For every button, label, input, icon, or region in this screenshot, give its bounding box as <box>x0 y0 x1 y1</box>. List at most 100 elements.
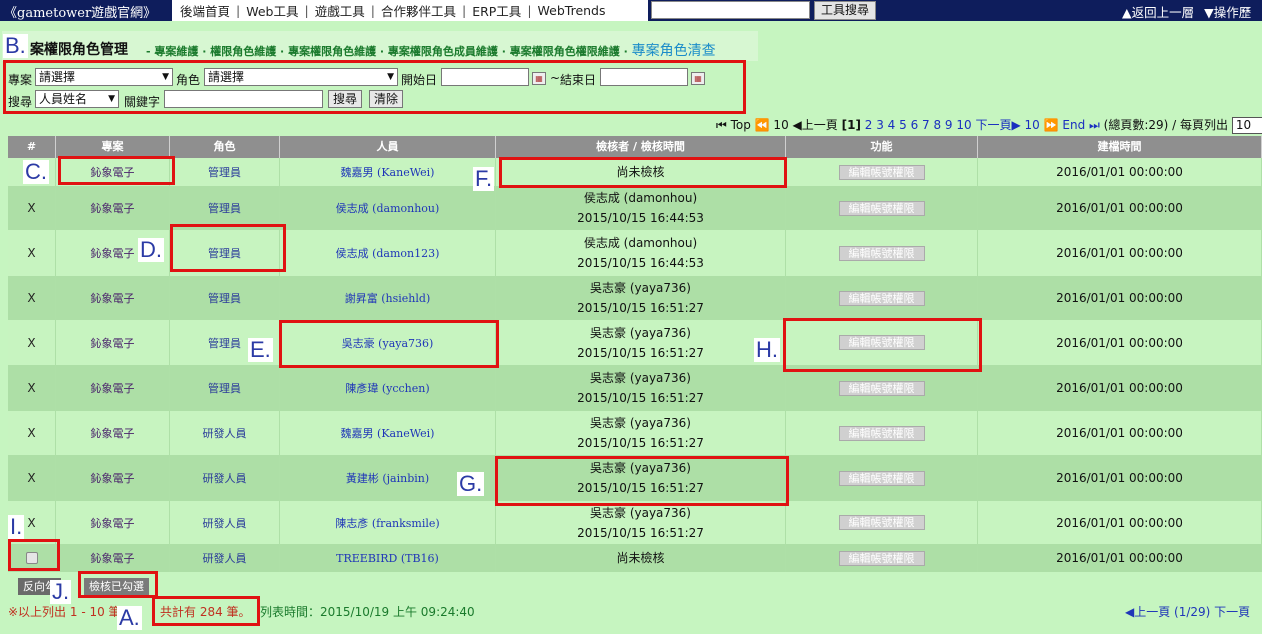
project-name: 鈊象電子 <box>90 552 135 565</box>
person-link[interactable]: 謝昇富 (hsiehld) <box>345 290 430 306</box>
per-page-select[interactable]: 10▼ <box>1231 117 1262 134</box>
edit-account-permission-button[interactable]: 編輯帳號權限 <box>838 245 925 261</box>
highlight-box-checkbox <box>8 539 60 571</box>
person-link[interactable]: 魏嘉男 (KaneWei) <box>341 425 435 441</box>
project-cell: 鈊象電子 <box>56 320 170 365</box>
created-time: 2016/01/01 00:00:00 <box>1056 201 1183 215</box>
edit-account-permission-button[interactable]: 編輯帳號權限 <box>838 164 925 180</box>
person-cell: TREEBIRD (TB16) <box>280 544 496 572</box>
annotation-label-g: G. <box>457 471 485 496</box>
person-cell: 陳彥瑋 (ycchen) <box>280 365 496 411</box>
back-up-link[interactable]: ▲返回上一層 <box>1122 5 1194 20</box>
project-name: 鈊象電子 <box>90 247 135 260</box>
annotation-label-j: J. <box>50 579 72 604</box>
person-link[interactable]: 侯志成 (damonhou) <box>336 200 440 216</box>
person-link[interactable]: 陳彥瑋 (ycchen) <box>345 380 429 396</box>
review-time: 2015/10/15 16:44:53 <box>577 211 704 225</box>
row-mark-cell: X <box>8 230 56 276</box>
reviewer-name: 侯志成 (damonhou) <box>583 191 698 205</box>
nav-web-tools[interactable]: Web工具 <box>242 1 302 20</box>
row-mark-cell: X <box>8 411 56 455</box>
pager-total-pages: (總頁數:29) <box>1103 118 1169 132</box>
reviewer-name: 吳志豪 (yaya736) <box>590 371 691 385</box>
role-name: 研發人員 <box>202 427 247 440</box>
reviewer-name: 吳志豪 (yaya736) <box>590 416 691 430</box>
reviewed-mark: X <box>27 381 36 395</box>
edit-account-permission-button[interactable]: 編輯帳號權限 <box>838 290 925 306</box>
site-brand-link[interactable]: 《gametower遊戲官網》 <box>4 2 156 21</box>
pager-end-link[interactable]: End ⏭ <box>1062 118 1099 132</box>
project-cell: 鈊象電子 <box>56 186 170 230</box>
reviewer-cell: 吳志豪 (yaya736) 2015/10/15 16:51:27 <box>496 365 786 411</box>
breadcrumb-current: 專案角色清查 <box>631 43 716 59</box>
header-col-reviewer: 檢核者 / 檢核時間 <box>496 136 786 158</box>
row-mark-cell: X <box>8 455 56 501</box>
operation-history-link[interactable]: ▼操作歷 <box>1204 5 1251 20</box>
nav-webtrends[interactable]: WebTrends <box>534 3 610 18</box>
created-time: 2016/01/01 00:00:00 <box>1056 335 1183 350</box>
nav-erp-tools[interactable]: ERP工具 <box>468 1 525 20</box>
bottom-pagination[interactable]: ◀上一頁 (1/29) 下一頁 <box>1125 603 1250 620</box>
highlight-box-action <box>783 318 982 372</box>
edit-account-permission-button[interactable]: 編輯帳號權限 <box>838 515 925 530</box>
nav-backend-home[interactable]: 後端首頁 <box>176 1 234 20</box>
edit-account-permission-button[interactable]: 編輯帳號權限 <box>838 470 925 486</box>
edit-account-permission-button[interactable]: 編輯帳號權限 <box>838 425 925 441</box>
header-col-person: 人員 <box>280 136 496 158</box>
highlight-box-review-time <box>495 456 789 506</box>
reviewer-name: 侯志成 (damonhou) <box>583 236 698 250</box>
tool-search-input[interactable] <box>651 1 810 19</box>
reviewer-name: 吳志豪 (yaya736) <box>590 325 691 340</box>
action-cell: 編輯帳號權限 <box>786 455 978 501</box>
person-link[interactable]: 黃建彬 (jainbin) <box>346 470 429 486</box>
pager-next-link[interactable]: 下一頁▶ <box>975 118 1020 132</box>
tool-search-button[interactable]: 工具搜尋 <box>814 1 877 20</box>
breadcrumb-links[interactable]: - 專案維護 · 權限角色維護 · 專案權限角色維護 · 專案權限角色成員維護 … <box>146 45 628 58</box>
action-cell: 編輯帳號權限 <box>786 230 978 276</box>
person-link[interactable]: TREEBIRD (TB16) <box>336 552 439 565</box>
created-cell: 2016/01/01 00:00:00 <box>978 455 1262 501</box>
pager-page-links[interactable]: 2 3 4 5 6 7 8 9 10 <box>865 118 972 132</box>
highlight-box-project <box>58 156 175 185</box>
edit-account-permission-button[interactable]: 編輯帳號權限 <box>838 380 925 396</box>
project-name: 鈊象電子 <box>90 472 135 485</box>
pager-per-page-label: / 每頁列出 <box>1172 118 1229 132</box>
person-cell: 魏嘉男 (KaneWei) <box>280 411 496 455</box>
pager-next10-link[interactable]: 10 ⏩ <box>1025 118 1059 132</box>
role-name: 研發人員 <box>202 552 247 565</box>
review-time: 2015/10/15 16:51:27 <box>577 345 704 360</box>
person-link[interactable]: 魏嘉男 (KaneWei) <box>341 164 435 180</box>
role-cell: 研發人員 <box>170 501 280 544</box>
reviewer-cell: 侯志成 (damonhou) 2015/10/15 16:44:53 <box>496 186 786 230</box>
top-pagination: ⏮ Top ⏪ 10 ◀上一頁 [1] 2 3 4 5 6 7 8 9 10 下… <box>716 116 1262 134</box>
pager-prev-link[interactable]: ◀上一頁 <box>793 118 838 132</box>
edit-account-permission-button[interactable]: 編輯帳號權限 <box>838 550 925 566</box>
top-nav-links: 後端首頁 | Web工具 | 遊戲工具 | 合作夥伴工具 | ERP工具 | WebTre… <box>172 0 648 21</box>
row-mark-cell: X <box>8 186 56 230</box>
row-mark-cell: X <box>8 365 56 411</box>
role-cell: 研發人員 <box>170 411 280 455</box>
edit-account-permission-button[interactable]: 編輯帳號權限 <box>838 200 925 216</box>
created-time: 2016/01/01 00:00:00 <box>1056 246 1183 260</box>
page-title: 案權限角色管理 <box>30 42 128 58</box>
row-mark-cell: X <box>8 276 56 320</box>
reviewer-name: 吳志豪 (yaya736) <box>590 281 691 295</box>
project-cell: 鈊象電子 <box>56 544 170 572</box>
nav-partner-tools[interactable]: 合作夥伴工具 <box>377 1 460 20</box>
breadcrumb: - 專案維護 · 權限角色維護 · 專案權限角色維護 · 專案權限角色成員維護 … <box>146 40 716 60</box>
project-name: 鈊象電子 <box>90 516 135 530</box>
created-cell: 2016/01/01 00:00:00 <box>978 230 1262 276</box>
person-link[interactable]: 侯志成 (damon123) <box>336 245 440 261</box>
pager-top-link[interactable]: ⏮ Top ⏪ 10 <box>716 118 789 132</box>
created-time: 2016/01/01 00:00:00 <box>1056 471 1183 485</box>
project-cell: 鈊象電子 <box>56 365 170 411</box>
nav-game-tools[interactable]: 遊戲工具 <box>311 1 369 20</box>
role-name: 管理員 <box>208 336 241 350</box>
table-row: X 鈊象電子 管理員 陳彥瑋 (ycchen) 吳志豪 (yaya736) 2015/10… <box>8 365 1262 411</box>
person-link[interactable]: 陳志彥 (franksmile) <box>335 515 439 531</box>
created-time: 2016/01/01 00:00:00 <box>1056 426 1183 440</box>
project-name: 鈊象電子 <box>90 427 135 440</box>
role-cell: 管理員 <box>170 365 280 411</box>
role-name: 管理員 <box>208 166 241 179</box>
reviewed-mark: X <box>27 426 36 440</box>
